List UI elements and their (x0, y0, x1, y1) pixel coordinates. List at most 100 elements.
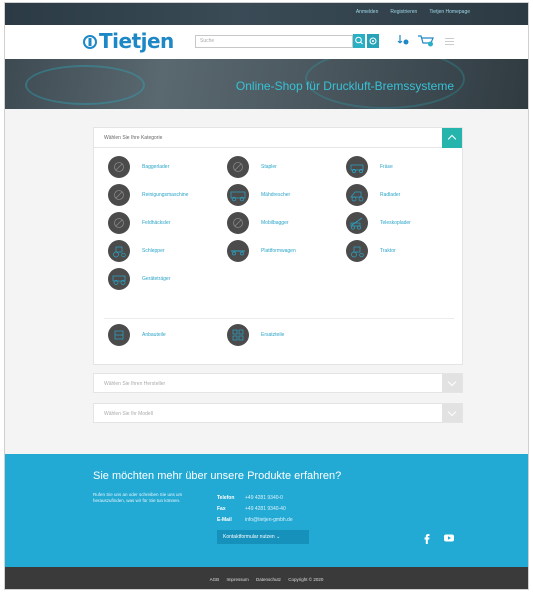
facebook-icon[interactable] (421, 532, 433, 544)
chevron-down-icon: ⌄ (276, 534, 281, 540)
search-icon (355, 36, 363, 45)
chevron-down-icon[interactable] (442, 404, 462, 422)
category-label: Radlader (380, 192, 401, 198)
category-panel-header[interactable]: Wählen Sie Ihre Kategorie (94, 128, 462, 148)
advanced-search-button[interactable] (367, 34, 379, 48)
compare-icon[interactable] (397, 33, 411, 47)
category-item-fraese[interactable]: Fräse (346, 156, 393, 178)
search-button[interactable] (353, 34, 365, 48)
search-input[interactable]: Suche (195, 35, 353, 48)
spare-parts-icon (227, 324, 249, 346)
category-label: Mobilbagger (261, 220, 289, 226)
category-item-radlader[interactable]: Radlader (346, 184, 400, 206)
login-link[interactable]: Anmelden (356, 9, 379, 15)
contact-key: E-Mail (217, 516, 232, 523)
contact-row-fax: Fax +49 4281 9340-40 (217, 503, 293, 514)
platform-trailer-icon (227, 240, 249, 262)
footer-text: Rufen Sie uns an oder schreiben Sie uns … (93, 492, 183, 503)
header-icons (397, 33, 435, 47)
contact-form-button[interactable]: Kontaktformular nutzen ⌄ (217, 530, 309, 544)
category-label: Ersatzteile (261, 332, 285, 338)
copyright-text: Copyright © 2020 (288, 577, 324, 582)
category-item-schlepper[interactable]: Schlepper (108, 240, 165, 262)
contact-row-phone: Telefon +49 4281 9340-0 (217, 492, 293, 503)
harvester-icon (227, 184, 249, 206)
cart-icon[interactable] (417, 33, 435, 47)
hero-title: Online-Shop für Druckluft-Bremssysteme (235, 79, 454, 93)
impressum-link[interactable]: Impressum (226, 577, 248, 582)
footer-title: Sie möchten mehr über unsere Produkte er… (93, 470, 342, 482)
category-item-traktor[interactable]: Traktor (346, 240, 396, 262)
category-item-feldhaecksler[interactable]: Feldhäcksler (108, 212, 170, 234)
logo-mark-icon (83, 35, 97, 49)
bottom-bar: AGB Impressum Datenschutz Copyright © 20… (5, 567, 528, 589)
model-select-label: Wählen Sie Ihr Modell (104, 411, 153, 417)
category-label: Stapler (261, 164, 277, 170)
category-panel: Wählen Sie Ihre Kategorie Baggerlader St… (93, 127, 463, 365)
contact-key: Fax (217, 505, 226, 512)
manufacturer-select[interactable]: Wählen Sie Ihren Hersteller (93, 373, 463, 393)
circle-slash-icon (108, 156, 130, 178)
category-divider (104, 318, 454, 319)
tool-carrier-icon (108, 268, 130, 290)
contact-info: Telefon +49 4281 9340-0 Fax +49 4281 934… (217, 492, 293, 525)
logo[interactable]: Tietjen (83, 29, 174, 53)
datenschutz-link[interactable]: Datenschutz (256, 577, 281, 582)
collapse-toggle-button[interactable] (442, 128, 462, 148)
category-label: Baggerlader (142, 164, 170, 170)
milling-machine-icon (346, 156, 368, 178)
category-item-reinigungsmaschine[interactable]: Reinigungsmaschine (108, 184, 188, 206)
contact-key: Telefon (217, 494, 235, 501)
model-select[interactable]: Wählen Sie Ihr Modell (93, 403, 463, 423)
filter-icon (369, 37, 377, 45)
category-panel-label: Wählen Sie Ihre Kategorie (104, 135, 163, 141)
category-label: Fräse (380, 164, 393, 170)
agb-link[interactable]: AGB (210, 577, 220, 582)
category-label: Teleskoplader (380, 220, 411, 226)
category-item-geraetetraeger[interactable]: Geräteträger (108, 268, 170, 290)
category-item-baggerlader[interactable]: Baggerlader (108, 156, 169, 178)
footer: Sie möchten mehr über unsere Produkte er… (5, 454, 528, 567)
telehandler-icon (346, 212, 368, 234)
page-frame: Anmelden Registrieren Tietjen Homepage T… (4, 2, 529, 590)
wheel-loader-icon (346, 184, 368, 206)
category-label: Plattformwagen (261, 248, 296, 254)
bottom-links: AGB Impressum Datenschutz Copyright © 20… (5, 577, 528, 582)
circle-slash-icon (227, 156, 249, 178)
category-item-stapler[interactable]: Stapler (227, 156, 277, 178)
tractor-icon (346, 240, 368, 262)
youtube-icon[interactable] (443, 532, 455, 544)
manufacturer-select-label: Wählen Sie Ihren Hersteller (104, 381, 166, 387)
hero-banner: Online-Shop für Druckluft-Bremssysteme (5, 59, 528, 109)
register-link[interactable]: Registrieren (390, 9, 417, 15)
contact-value[interactable]: +49 4281 9340-0 (245, 495, 283, 501)
circle-slash-icon (227, 212, 249, 234)
logo-text: Tietjen (99, 29, 174, 53)
category-item-ersatzteile[interactable]: Ersatzteile (227, 324, 284, 346)
parts-icon (108, 324, 130, 346)
contact-row-email: E-Mail info@tietjen-gmbh.de (217, 514, 293, 525)
top-links: Anmelden Registrieren Tietjen Homepage (356, 9, 470, 15)
contact-form-button-label: Kontaktformular nutzen (223, 534, 275, 540)
category-label: Feldhäcksler (142, 220, 171, 226)
category-item-maehdrescher[interactable]: Mähdrescher (227, 184, 290, 206)
category-label: Anbauteile (142, 332, 166, 338)
category-label: Traktor (380, 248, 396, 254)
category-label: Mähdrescher (261, 192, 291, 198)
header: Tietjen Suche (5, 25, 528, 59)
tractor-icon (108, 240, 130, 262)
top-bar: Anmelden Registrieren Tietjen Homepage (5, 3, 528, 25)
hero-decoration (25, 65, 145, 105)
homepage-link[interactable]: Tietjen Homepage (429, 9, 470, 15)
chevron-down-icon[interactable] (442, 374, 462, 392)
contact-value[interactable]: info@tietjen-gmbh.de (245, 517, 293, 523)
category-item-mobilbagger[interactable]: Mobilbagger (227, 212, 289, 234)
category-label: Schlepper (142, 248, 165, 254)
category-item-teleskoplader[interactable]: Teleskoplader (346, 212, 411, 234)
circle-slash-icon (108, 184, 130, 206)
contact-value: +49 4281 9340-40 (245, 505, 286, 512)
hamburger-menu-icon[interactable] (445, 38, 454, 45)
category-label: Reinigungsmaschine (142, 192, 189, 198)
category-item-plattformwagen[interactable]: Plattformwagen (227, 240, 296, 262)
category-item-anbauteile[interactable]: Anbauteile (108, 324, 166, 346)
